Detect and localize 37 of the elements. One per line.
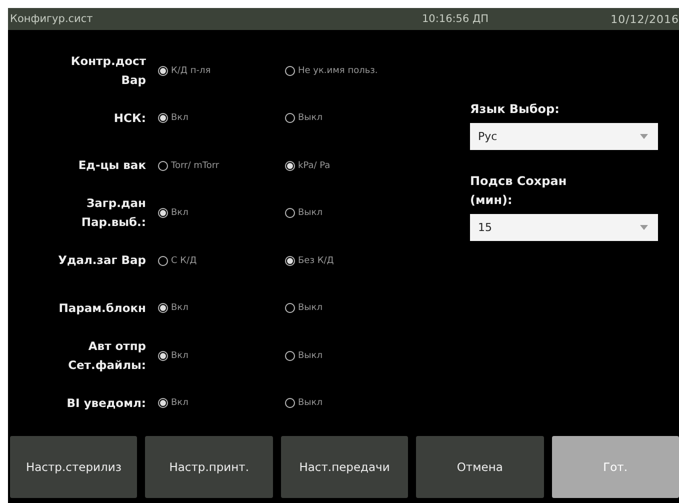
radio-option[interactable]: К/Д п-ля bbox=[158, 66, 285, 76]
dropdown-field[interactable]: 15 bbox=[470, 214, 658, 241]
action-button[interactable]: Настр.стерилиз bbox=[10, 436, 138, 498]
dropdown-arrow-icon bbox=[640, 134, 648, 139]
radio-option[interactable]: Вкл bbox=[158, 398, 285, 408]
dropdown-label: Язык Выбор: bbox=[470, 101, 560, 118]
radio-option[interactable]: Torr/ mTorr bbox=[158, 160, 285, 171]
radio-option[interactable]: Выкл bbox=[285, 303, 412, 314]
radio-option[interactable]: Без К/Д bbox=[285, 256, 412, 266]
action-button[interactable]: Настр.принт. bbox=[145, 436, 273, 498]
setting-label: Контр.дост Вар bbox=[70, 52, 146, 89]
dropdown-arrow-icon bbox=[640, 225, 648, 230]
radio-option[interactable]: kPa/ Pa bbox=[285, 160, 412, 171]
radio-option[interactable]: Вкл bbox=[158, 303, 285, 314]
dropdown-label: Подсв Сохран (мин): bbox=[470, 173, 568, 209]
radio-option[interactable]: Вкл bbox=[158, 208, 285, 218]
date-text: 10/12/2016 bbox=[610, 12, 679, 26]
screen-title: Конфигур.сист bbox=[10, 13, 94, 25]
radio-option[interactable]: Выкл bbox=[285, 350, 412, 361]
action-button[interactable]: Наст.передачи bbox=[280, 436, 408, 498]
setting-label: Загр.дан Пар.выб.: bbox=[80, 195, 146, 232]
radio-option[interactable]: Выкл bbox=[285, 398, 412, 408]
setting-label: Парам.блокн bbox=[58, 300, 146, 317]
radio-option[interactable]: Выкл bbox=[285, 208, 412, 218]
setting-label: BI уведомл: bbox=[66, 394, 146, 412]
radio-option[interactable]: Выкл bbox=[285, 113, 412, 124]
dropdown-field[interactable]: Рус bbox=[470, 123, 658, 150]
action-button[interactable]: Отмена bbox=[416, 436, 544, 498]
clock-time: 10:16:56 ДП bbox=[422, 13, 489, 25]
radio-option[interactable]: Не ук.имя польз. bbox=[285, 66, 412, 76]
setting-label: НСК: bbox=[114, 110, 146, 127]
radio-option[interactable]: С К/Д bbox=[158, 256, 285, 266]
radio-option[interactable]: Вкл bbox=[158, 350, 285, 361]
radio-option[interactable]: Вкл bbox=[158, 113, 285, 124]
setting-label: Авт отпр Сет.файлы: bbox=[67, 338, 146, 374]
setting-label: Ед-цы вак bbox=[78, 157, 146, 174]
setting-label: Удал.заг Вар bbox=[58, 252, 146, 270]
